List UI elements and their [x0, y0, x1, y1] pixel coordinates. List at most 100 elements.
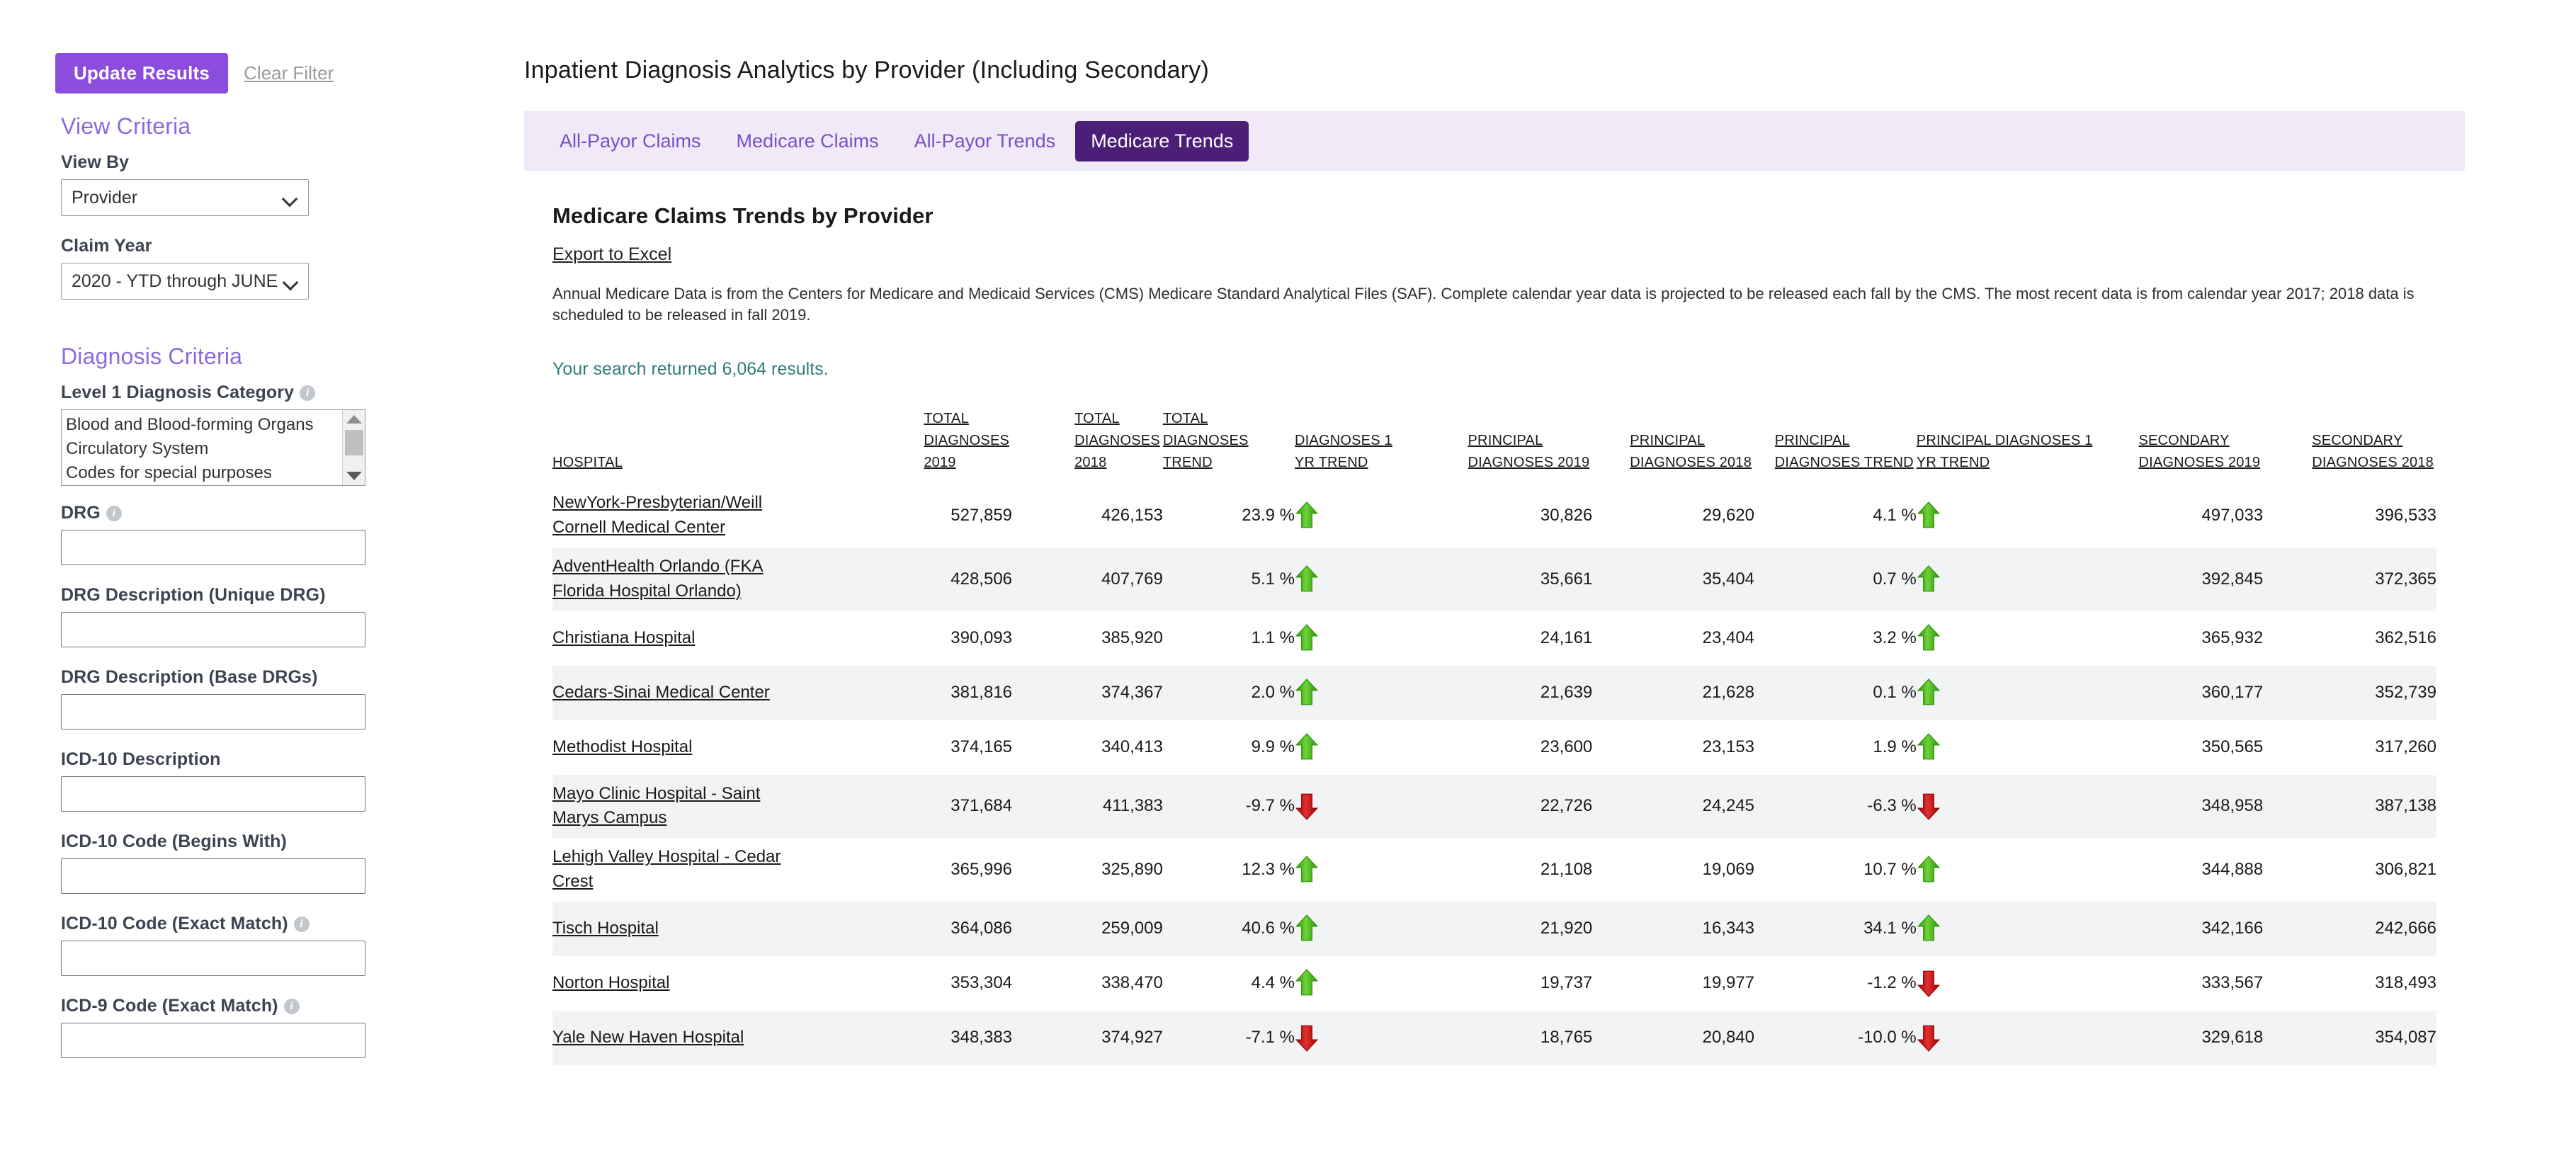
text-input[interactable] [61, 694, 365, 730]
main-panel: Inpatient Diagnosis Analytics by Provide… [524, 0, 2576, 1065]
trend-up-arrow-icon [1295, 679, 1319, 705]
column-header-label: TOTAL DIAGNOSES TREND [1162, 411, 1249, 471]
level1-diagnosis-label-text: Level 1 Diagnosis Category [61, 382, 295, 402]
list-item[interactable]: Circulatory System [66, 437, 365, 461]
export-to-excel-link[interactable]: Export to Excel [552, 244, 671, 265]
column-header-label: TOTAL DIAGNOSES 2018 [1074, 411, 1160, 471]
table-row: Christiana Hospital 390,093 385,920 1.1 % 24… [552, 611, 2436, 666]
hospital-link[interactable]: Mayo Clinic Hospital - Saint Marys Campu… [552, 782, 786, 831]
diagnosis-field: ICD-10 Code (Exact Match) i [61, 914, 496, 992]
scroll-down-icon[interactable] [346, 472, 362, 480]
principal-diagnoses-2018-cell: 16,343 [1702, 919, 1755, 938]
total-trend-arrow-cell [1295, 547, 1423, 611]
view-by-label: View By [61, 152, 496, 173]
tab-medicare-trends[interactable]: Medicare Trends [1075, 120, 1249, 161]
hospital-link[interactable]: Norton Hospital [552, 971, 669, 996]
tab-all-payor-claims[interactable]: All-Payor Claims [544, 121, 717, 161]
secondary-diagnoses-2018-cell: 396,533 [2375, 506, 2436, 526]
secondary-diagnoses-2019-cell: 350,565 [2201, 737, 2264, 757]
text-input[interactable] [61, 858, 365, 894]
list-item[interactable]: Codes for special purposes [66, 461, 365, 485]
hospital-cell: Methodist Hospital [552, 720, 846, 775]
principal-diagnoses-2019-cell: 19,737 [1540, 973, 1593, 993]
column-header[interactable]: TOTAL DIAGNOSES TREND [1163, 408, 1295, 484]
principal-trend-arrow-cell [1917, 956, 2101, 1011]
total-trend-arrow-cell [1295, 902, 1423, 956]
hospital-link[interactable]: Methodist Hospital [552, 735, 692, 760]
info-icon[interactable]: i [106, 505, 122, 521]
column-header[interactable]: TOTAL DIAGNOSES 2018 [1012, 408, 1163, 484]
total-trend-arrow-cell [1295, 1011, 1423, 1065]
hospital-link[interactable]: Cedars-Sinai Medical Center [552, 681, 770, 705]
hospital-cell: Christiana Hospital [552, 611, 846, 666]
info-icon[interactable]: i [300, 385, 316, 401]
hospital-link[interactable]: Christiana Hospital [552, 626, 695, 651]
chevron-down-icon [285, 277, 299, 285]
tab-all-payor-trends[interactable]: All-Payor Trends [899, 121, 1072, 161]
list-item[interactable]: Blood and Blood-forming Organs [66, 413, 365, 437]
column-header[interactable]: DIAGNOSES 1 YR TREND [1295, 408, 1423, 484]
total-diagnoses-2019-cell: 364,086 [951, 919, 1013, 938]
secondary-diagnoses-2019-cell: 329,618 [2201, 1028, 2264, 1048]
text-input[interactable] [61, 776, 365, 812]
update-results-button[interactable]: Update Results [55, 53, 229, 93]
column-header[interactable]: PRINCIPAL DIAGNOSES TREND [1754, 408, 1917, 484]
listbox-scrollbar[interactable] [342, 410, 365, 485]
hospital-link[interactable]: NewYork-Presbyterian/Weill Cornell Medic… [552, 491, 786, 540]
principal-trend-arrow-cell [1917, 484, 2101, 547]
column-header[interactable]: PRINCIPAL DIAGNOSES 1 YR TREND [1917, 408, 2101, 484]
text-input[interactable] [61, 1023, 365, 1058]
trend-down-arrow-icon [1295, 793, 1319, 821]
total-diagnoses-2018-cell: 385,920 [1101, 628, 1163, 648]
column-header[interactable]: SECONDARY DIAGNOSES 2019 [2101, 408, 2263, 484]
view-by-select[interactable]: Provider [61, 179, 309, 216]
column-header[interactable]: TOTAL DIAGNOSES 2019 [846, 408, 1012, 484]
text-input[interactable] [61, 612, 365, 647]
info-icon[interactable]: i [293, 916, 310, 932]
trend-down-arrow-icon [1295, 1025, 1319, 1052]
principal-trend-arrow-cell [1917, 611, 2101, 666]
hospital-link[interactable]: Lehigh Valley Hospital - Cedar Crest [552, 845, 786, 895]
scroll-up-icon[interactable] [346, 415, 362, 424]
hospital-link[interactable]: AdventHealth Orlando (FKA Florida Hospit… [552, 555, 786, 604]
level1-diagnosis-listbox[interactable]: Blood and Blood-forming Organs Circulato… [61, 409, 365, 486]
clear-filter-link[interactable]: Clear Filter [244, 62, 334, 84]
table-header: HOSPITAL TOTAL DIAGNOSES 2019 TOTAL DIAGNOSES… [552, 408, 2436, 484]
total-diagnoses-trend-cell: 1.1 % [1251, 628, 1295, 648]
secondary-diagnoses-2018-cell: 352,739 [2375, 683, 2436, 703]
total-trend-arrow-cell [1295, 484, 1423, 547]
secondary-diagnoses-2018-cell: 318,493 [2375, 973, 2436, 993]
total-diagnoses-2019-cell: 381,816 [951, 683, 1013, 703]
secondary-diagnoses-2018-cell: 362,516 [2375, 628, 2436, 648]
trend-up-arrow-icon [1917, 624, 1940, 651]
hospital-link[interactable]: Yale New Haven Hospital [552, 1026, 744, 1050]
field-label-text: ICD-10 Code (Begins With) [61, 831, 287, 851]
column-header[interactable]: PRINCIPAL DIAGNOSES 2019 [1423, 408, 1592, 484]
secondary-diagnoses-2019-cell: 392,845 [2201, 569, 2264, 589]
principal-diagnoses-2019-cell: 22,726 [1540, 796, 1593, 816]
column-header[interactable]: HOSPITAL [552, 408, 846, 484]
column-header[interactable]: PRINCIPAL DIAGNOSES 2018 [1592, 408, 1754, 484]
text-input[interactable] [61, 941, 365, 976]
total-diagnoses-trend-cell: 23.9 % [1242, 506, 1295, 526]
diagnosis-field: ICD-9 Code (Exact Match) i [61, 996, 496, 1074]
hospital-link[interactable]: Tisch Hospital [552, 916, 659, 941]
scrollbar-thumb[interactable] [345, 430, 363, 455]
diagnosis-field: DRG Description (Base DRGs) [61, 667, 496, 745]
principal-diagnoses-2019-cell: 35,661 [1540, 569, 1593, 589]
column-header-label: PRINCIPAL DIAGNOSES 1 YR TREND [1916, 433, 2093, 471]
info-icon[interactable]: i [283, 998, 300, 1014]
total-diagnoses-trend-cell: 5.1 % [1251, 569, 1295, 589]
principal-diagnoses-2018-cell: 21,628 [1702, 683, 1755, 703]
level1-diagnosis-field: Level 1 Diagnosis Category i Blood and B… [61, 382, 496, 486]
field-label: DRG i [61, 503, 496, 523]
column-header[interactable]: SECONDARY DIAGNOSES 2018 [2263, 408, 2436, 484]
text-input[interactable] [61, 530, 365, 565]
secondary-diagnoses-2019-cell: 360,177 [2201, 683, 2264, 703]
claim-year-select[interactable]: 2020 - YTD through JUNE [61, 263, 309, 300]
tab-medicare-claims[interactable]: Medicare Claims [721, 121, 895, 161]
principal-diagnoses-2018-cell: 19,977 [1702, 973, 1755, 993]
view-by-field: View By Provider [61, 152, 496, 232]
principal-diagnoses-2018-cell: 24,245 [1702, 796, 1755, 816]
content-title: Medicare Claims Trends by Provider [552, 203, 934, 228]
